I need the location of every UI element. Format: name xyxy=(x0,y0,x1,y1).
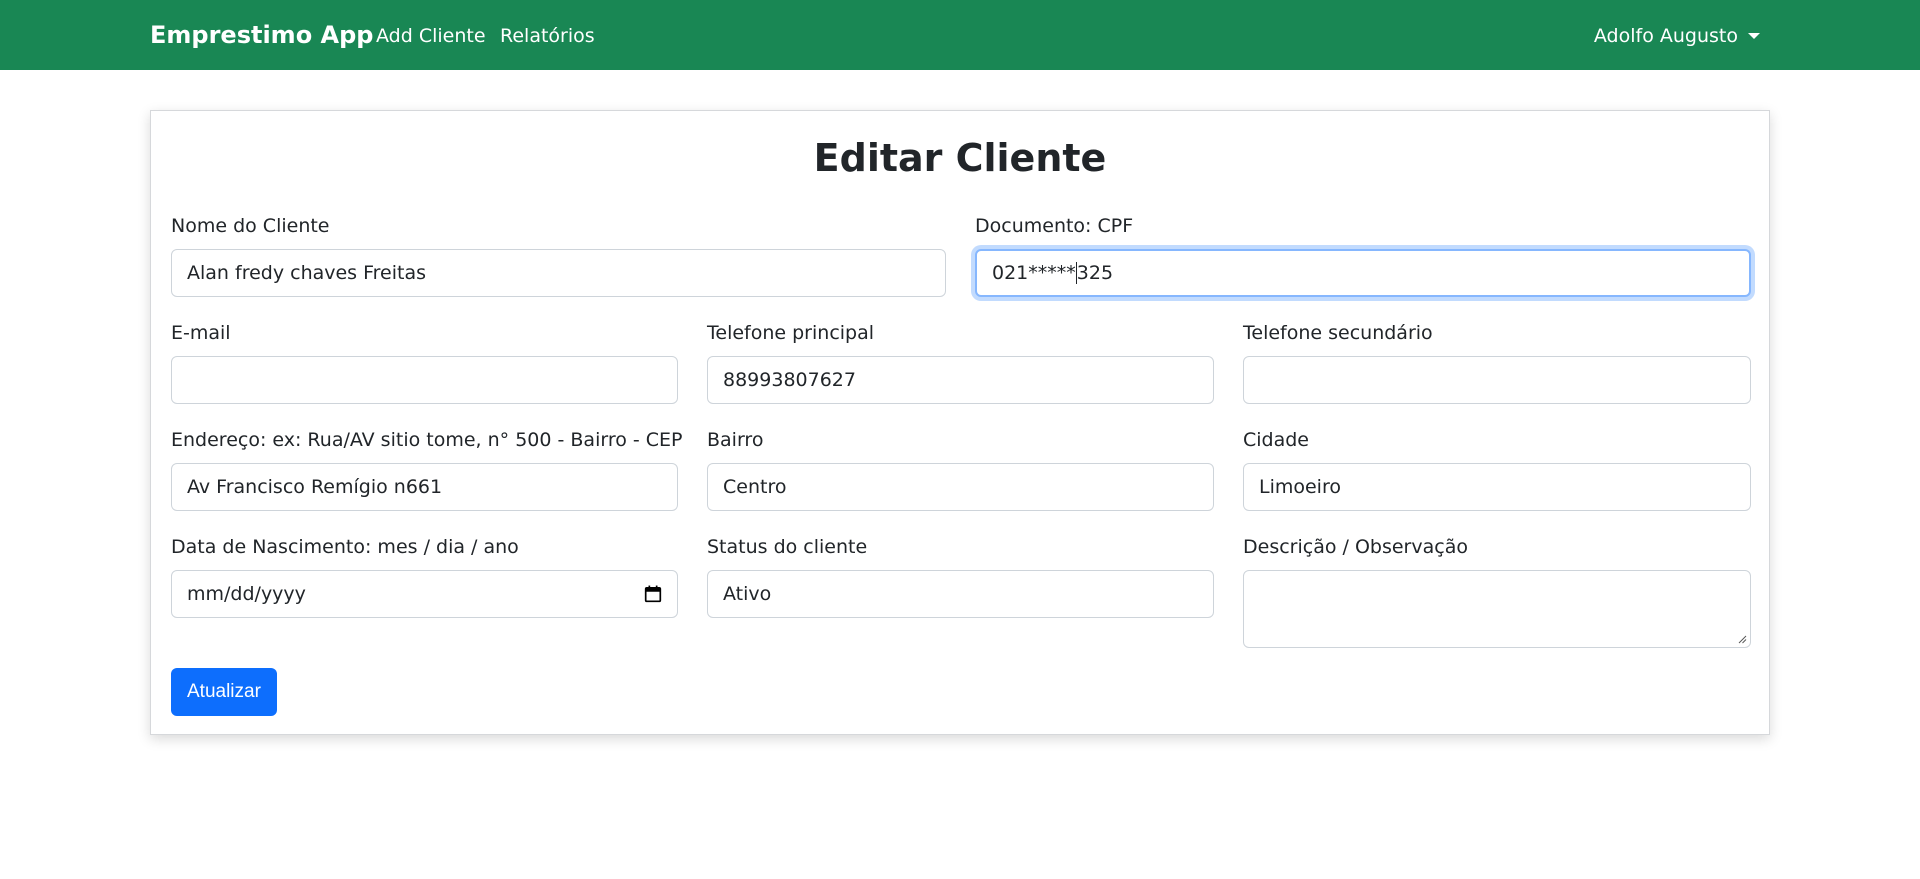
page-title: Editar Cliente xyxy=(813,136,1107,180)
endereco-value: Av Francisco Remígio n661 xyxy=(187,476,443,498)
nome-value: Alan fredy chaves Freitas xyxy=(187,262,427,284)
telefone-principal-label: Telefone principal xyxy=(707,322,875,344)
descricao-textarea[interactable] xyxy=(1243,570,1751,648)
cidade-input[interactable]: Limoeiro xyxy=(1243,463,1751,511)
bairro-value: Centro xyxy=(723,476,787,498)
atualizar-button[interactable]: Atualizar xyxy=(171,668,277,716)
endereco-label: Endereço: ex: Rua/AV sitio tome, n° 500 … xyxy=(171,429,683,451)
telefone-principal-value: 88993807627 xyxy=(723,369,856,391)
telefone-principal-input[interactable]: 88993807627 xyxy=(707,356,1214,404)
documento-value-part1: 021***** xyxy=(992,262,1076,284)
email-input[interactable] xyxy=(171,356,678,404)
documento-value-part2: 325 xyxy=(1076,262,1114,284)
data-nascimento-label: Data de Nascimento: mes / dia / ano xyxy=(171,536,519,558)
email-label: E-mail xyxy=(171,322,231,344)
documento-label: Documento: CPF xyxy=(975,215,1134,237)
edit-client-card: Editar Cliente Nome do Cliente Alan fred… xyxy=(150,110,1770,735)
descricao-label: Descrição / Observação xyxy=(1243,536,1468,558)
brand-link[interactable]: Emprestimo App xyxy=(150,18,373,52)
status-input[interactable]: Ativo xyxy=(707,570,1214,618)
nome-label: Nome do Cliente xyxy=(171,215,330,237)
endereco-input[interactable]: Av Francisco Remígio n661 xyxy=(171,463,678,511)
status-value: Ativo xyxy=(723,583,772,605)
telefone-secundario-label: Telefone secundário xyxy=(1243,322,1433,344)
nome-input[interactable]: Alan fredy chaves Freitas xyxy=(171,249,946,297)
cidade-label: Cidade xyxy=(1243,429,1309,451)
chevron-down-icon xyxy=(1748,33,1760,39)
data-nascimento-placeholder: mm/dd/yyyy xyxy=(187,583,306,605)
bairro-label: Bairro xyxy=(707,429,764,451)
top-navbar: Emprestimo App Add Cliente Relatórios Ad… xyxy=(0,0,1920,70)
user-name: Adolfo Augusto xyxy=(1593,25,1738,47)
nav-add-cliente[interactable]: Add Cliente xyxy=(376,22,486,50)
telefone-secundario-input[interactable] xyxy=(1243,356,1751,404)
bairro-input[interactable]: Centro xyxy=(707,463,1214,511)
cidade-value: Limoeiro xyxy=(1259,476,1341,498)
documento-input[interactable]: 021***** 325 xyxy=(975,249,1751,297)
user-dropdown[interactable]: Adolfo Augusto xyxy=(1594,22,1760,50)
data-nascimento-input[interactable]: mm/dd/yyyy xyxy=(171,570,678,618)
calendar-icon[interactable] xyxy=(644,585,662,603)
resize-handle-icon[interactable] xyxy=(1737,634,1747,644)
nav-relatorios[interactable]: Relatórios xyxy=(500,22,595,50)
status-label: Status do cliente xyxy=(707,536,868,558)
